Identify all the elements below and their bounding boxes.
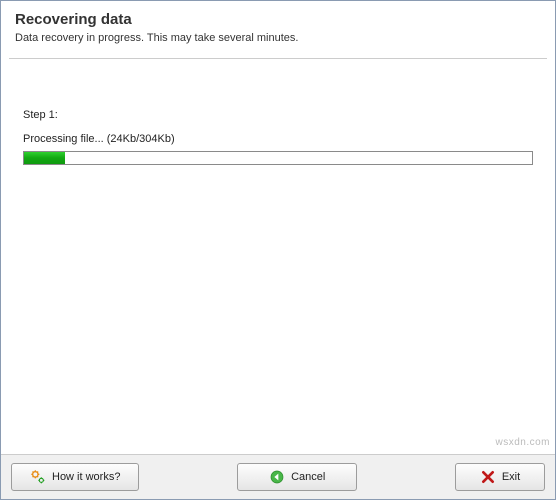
how-it-works-button[interactable]: How it works? <box>11 463 139 491</box>
back-arrow-icon <box>269 469 285 485</box>
cancel-label: Cancel <box>291 471 325 483</box>
dialog-header: Recovering data Data recovery in progres… <box>1 1 555 54</box>
recovery-dialog: Recovering data Data recovery in progres… <box>0 0 556 500</box>
cancel-button[interactable]: Cancel <box>237 463 357 491</box>
dialog-title: Recovering data <box>15 11 541 28</box>
exit-button[interactable]: Exit <box>455 463 545 491</box>
how-it-works-label: How it works? <box>52 471 120 483</box>
progress-bar <box>23 151 533 165</box>
close-x-icon <box>480 469 496 485</box>
exit-label: Exit <box>502 471 520 483</box>
processing-label: Processing file... (24Kb/304Kb) <box>23 133 533 145</box>
dialog-subtitle: Data recovery in progress. This may take… <box>15 32 541 44</box>
progress-fill <box>24 152 65 164</box>
step-label: Step 1: <box>23 109 533 121</box>
dialog-content: Step 1: Processing file... (24Kb/304Kb) <box>1 59 555 454</box>
button-bar: How it works? Cancel Exit <box>1 454 555 499</box>
gears-icon <box>30 469 46 485</box>
